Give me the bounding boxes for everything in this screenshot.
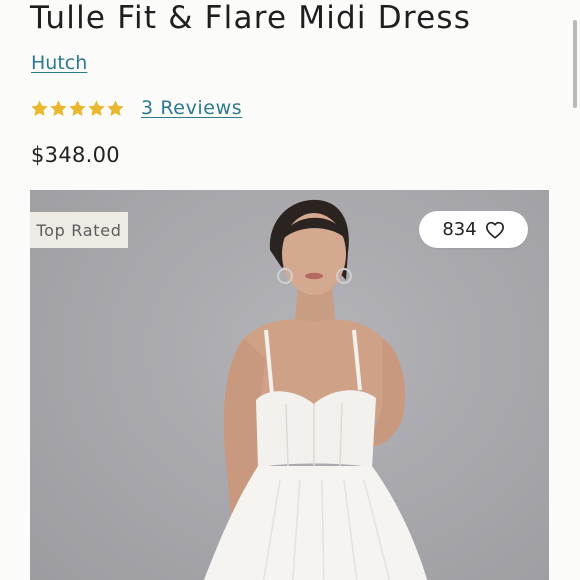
product-price: $348.00 bbox=[31, 143, 120, 167]
rating-row: 3 Reviews bbox=[30, 95, 242, 121]
product-title: Tulle Fit & Flare Midi Dress bbox=[30, 0, 472, 36]
star-rating bbox=[30, 99, 125, 118]
like-button[interactable]: 834 bbox=[419, 211, 528, 248]
product-page: Tulle Fit & Flare Midi Dress Hutch 3 Rev… bbox=[0, 0, 580, 580]
like-count: 834 bbox=[442, 219, 477, 240]
top-rated-badge: Top Rated bbox=[30, 212, 128, 248]
brand-link[interactable]: Hutch bbox=[31, 52, 87, 74]
heart-outline-icon bbox=[485, 221, 505, 239]
model-illustration bbox=[203, 199, 428, 580]
product-image[interactable]: Top Rated 834 bbox=[30, 190, 549, 580]
star-icon bbox=[68, 99, 87, 118]
scrollbar[interactable] bbox=[573, 20, 577, 108]
star-icon bbox=[106, 99, 125, 118]
star-icon bbox=[30, 99, 49, 118]
reviews-link[interactable]: 3 Reviews bbox=[141, 97, 242, 119]
star-icon bbox=[49, 99, 68, 118]
star-icon bbox=[87, 99, 106, 118]
